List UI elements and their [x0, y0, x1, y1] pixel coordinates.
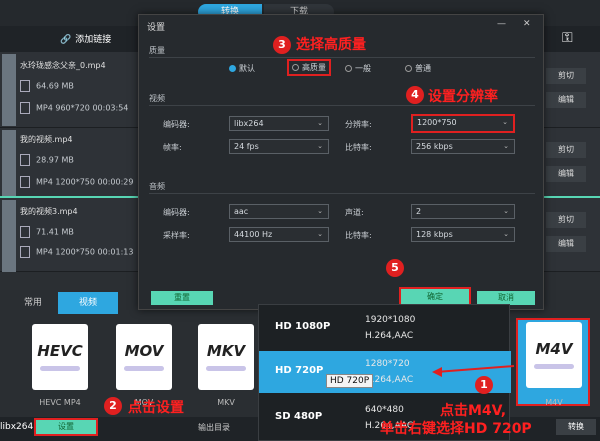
annotation-arrow: [432, 365, 515, 377]
